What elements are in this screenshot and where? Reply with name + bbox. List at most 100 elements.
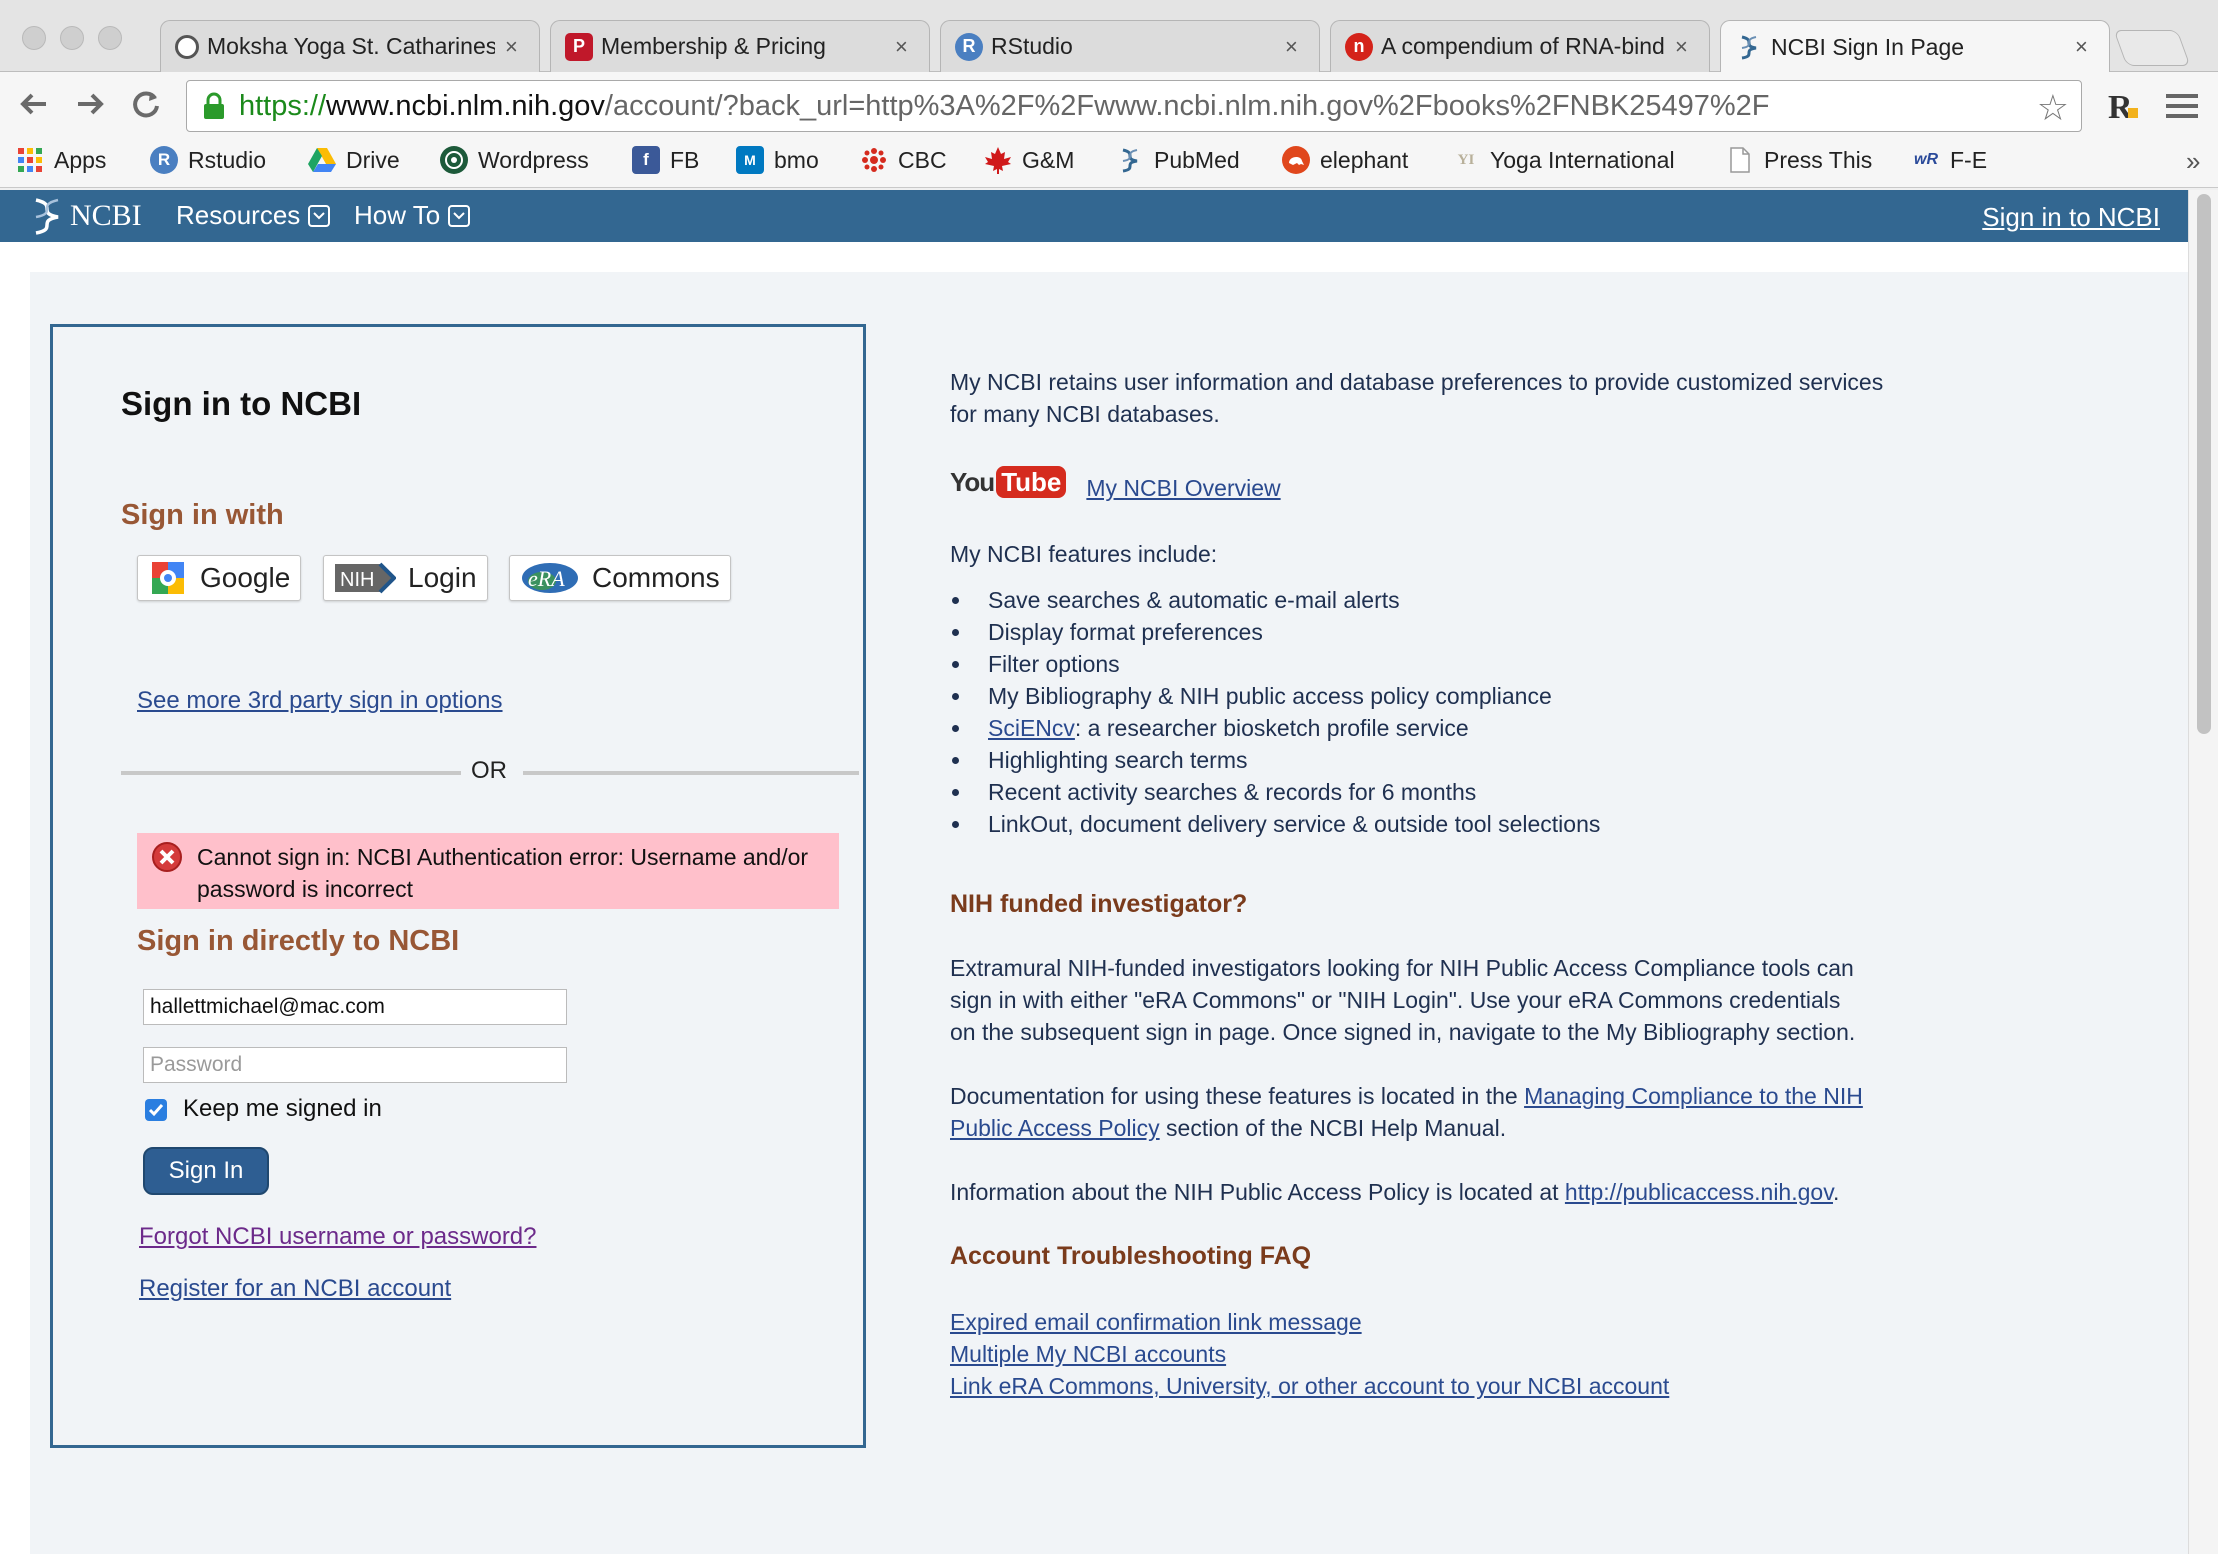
faq-link-multiple-accounts[interactable]: Multiple My NCBI accounts (950, 1341, 1226, 1367)
faq-link-expired-email[interactable]: Expired email confirmation link message (950, 1309, 1362, 1335)
chevron-down-icon (448, 204, 471, 227)
new-tab-button[interactable] (2113, 30, 2191, 66)
register-account-link[interactable]: Register for an NCBI account (139, 1275, 451, 1303)
browser-tab-rstudio[interactable]: R RStudio × (940, 20, 1320, 72)
bookmarks-overflow-icon[interactable]: » (2186, 146, 2200, 177)
bookmark-elephant[interactable]: elephant (1282, 146, 1408, 174)
username-field[interactable]: hallettmichael@mac.com (143, 989, 567, 1025)
nih-button-label: Login (408, 562, 477, 593)
browser-tab-membership[interactable]: P Membership & Pricing × (550, 20, 930, 72)
bookmark-gm[interactable]: G&M (984, 146, 1074, 174)
nih-investigator-heading: NIH funded investigator? (950, 890, 1248, 918)
my-ncbi-overview-link[interactable]: My NCBI Overview (1086, 472, 1280, 504)
tab-close-icon[interactable]: × (895, 34, 915, 60)
address-bar[interactable]: https://www.ncbi.nlm.nih.gov/account/?ba… (186, 80, 2082, 132)
how-to-menu[interactable]: How To (354, 200, 471, 231)
bookmark-label: Apps (54, 146, 107, 173)
sign-in-button[interactable]: Sign In (143, 1147, 269, 1195)
google-logo-icon (148, 561, 188, 595)
bookmark-label: G&M (1022, 146, 1075, 173)
bookmark-wordpress[interactable]: Wordpress (440, 146, 589, 174)
bookmark-pubmed[interactable]: PubMed (1116, 146, 1240, 174)
tab-close-icon[interactable]: × (1285, 34, 1305, 60)
back-arrow-icon[interactable] (14, 86, 54, 131)
password-field[interactable]: Password (143, 1047, 567, 1083)
sign-in-with-heading: Sign in with (121, 499, 284, 531)
ncbi-helix-icon (35, 198, 59, 235)
or-divider-right (523, 771, 859, 775)
sign-in-title: Sign in to NCBI (121, 385, 362, 422)
keep-signed-in-checkbox[interactable] (145, 1099, 167, 1121)
bookmark-apps[interactable]: Apps (16, 146, 106, 174)
google-sign-in-button[interactable]: Google (137, 555, 302, 601)
list-item: Recent activity searches & records for 6… (950, 776, 1600, 808)
bookmark-label: Press This (1764, 146, 1873, 173)
youtube-tube-text: Tube (996, 466, 1067, 498)
tab-close-icon[interactable]: × (2075, 34, 2095, 60)
elephant-icon (1282, 146, 1310, 174)
window-minimize-button[interactable] (60, 26, 84, 50)
era-logo-icon: eRA (520, 561, 580, 595)
sciencv-link[interactable]: SciENcv (988, 715, 1075, 741)
bookmark-star-icon[interactable]: ☆ (2037, 87, 2069, 129)
chrome-menu-icon[interactable] (2166, 92, 2198, 125)
list-item-sciencv: SciENcv: a researcher biosketch profile … (950, 712, 1600, 744)
bookmark-yoga-international[interactable]: YI Yoga International (1452, 146, 1675, 174)
faq-link-link-era[interactable]: Link eRA Commons, University, or other a… (950, 1373, 1669, 1399)
youtube-logo-icon: You Tube (950, 466, 1067, 498)
resources-menu[interactable]: Resources (176, 200, 331, 231)
url-path: /account/?back_url=http%3A%2F%2Fwww.ncbi… (604, 89, 1770, 122)
tab-close-icon[interactable]: × (505, 34, 525, 60)
browser-toolbar: https://www.ncbi.nlm.nih.gov/account/?ba… (0, 72, 2218, 140)
bookmark-bmo[interactable]: M bmo (736, 146, 819, 174)
tab-title: Membership & Pricing (601, 33, 826, 59)
more-sign-in-options-link[interactable]: See more 3rd party sign in options (137, 687, 503, 715)
browser-tab-compendium[interactable]: n A compendium of RNA-binding × (1330, 20, 1710, 72)
tab-close-icon[interactable]: × (1675, 34, 1695, 60)
sign-in-directly-heading: Sign in directly to NCBI (137, 925, 460, 957)
window-zoom-button[interactable] (98, 26, 122, 50)
browser-tab-moksha[interactable]: Moksha Yoga St. Catharines × (160, 20, 540, 72)
keep-signed-in-label: Keep me signed in (183, 1095, 382, 1122)
bookmark-label: CBC (898, 146, 947, 173)
ncbi-logo[interactable]: NCBI (30, 197, 142, 235)
wordreference-icon: wR (1914, 151, 1938, 168)
faq-links: Expired email confirmation link message … (950, 1306, 1950, 1402)
list-item: Highlighting search terms (950, 744, 1600, 776)
page-scrollbar[interactable] (2188, 190, 2218, 1554)
public-access-link[interactable]: http://publicaccess.nih.gov (1565, 1179, 1833, 1205)
or-divider-text: OR (471, 757, 507, 784)
ncbi-logo-text: NCBI (70, 199, 142, 232)
doc-text-start: Documentation for using these features i… (950, 1083, 1525, 1109)
bookmark-label: Yoga International (1490, 146, 1675, 173)
bookmark-press-this[interactable]: Press This (1726, 146, 1872, 174)
header-sign-in-link[interactable]: Sign in to NCBI (1982, 202, 2160, 233)
nih-login-button[interactable]: NIH Login (323, 555, 488, 601)
bookmark-rstudio[interactable]: R Rstudio (150, 146, 266, 174)
or-divider-left (121, 771, 461, 775)
maple-leaf-icon (984, 146, 1012, 174)
bookmark-fe[interactable]: wR F-E (1912, 146, 1987, 174)
bookmark-cbc[interactable]: CBC (860, 146, 947, 174)
bookmark-label: PubMed (1154, 146, 1240, 173)
features-list: Save searches & automatic e-mail alerts … (950, 584, 1600, 840)
tab-title: RStudio (991, 33, 1073, 59)
browser-tab-ncbi-sign-in[interactable]: NCBI Sign In Page × (1720, 20, 2110, 73)
window-close-button[interactable] (22, 26, 46, 50)
browser-tab-strip: Moksha Yoga St. Catharines × P Membershi… (0, 0, 2218, 73)
era-commons-button[interactable]: eRA Commons (509, 555, 731, 601)
nih-investigator-text: Extramural NIH-funded investigators look… (950, 955, 1856, 1045)
ncbi-helix-icon (1116, 146, 1144, 174)
intro-text: My NCBI retains user information and dat… (950, 369, 1884, 427)
forgot-credentials-link[interactable]: Forgot NCBI username or password? (139, 1223, 537, 1251)
reload-icon[interactable] (126, 86, 166, 131)
scrollbar-thumb[interactable] (2197, 194, 2211, 734)
bookmark-label: bmo (774, 146, 819, 173)
bookmark-drive[interactable]: Drive (308, 146, 400, 174)
bookmark-fb[interactable]: f FB (632, 146, 699, 174)
forward-arrow-icon[interactable] (70, 86, 110, 131)
list-item: Save searches & automatic e-mail alerts (950, 584, 1600, 616)
page-body: Sign in to NCBI Sign in with Google NIH … (0, 242, 2188, 1554)
tab-title: Moksha Yoga St. Catharines (207, 33, 495, 59)
extension-r-icon[interactable]: R (2104, 86, 2142, 129)
